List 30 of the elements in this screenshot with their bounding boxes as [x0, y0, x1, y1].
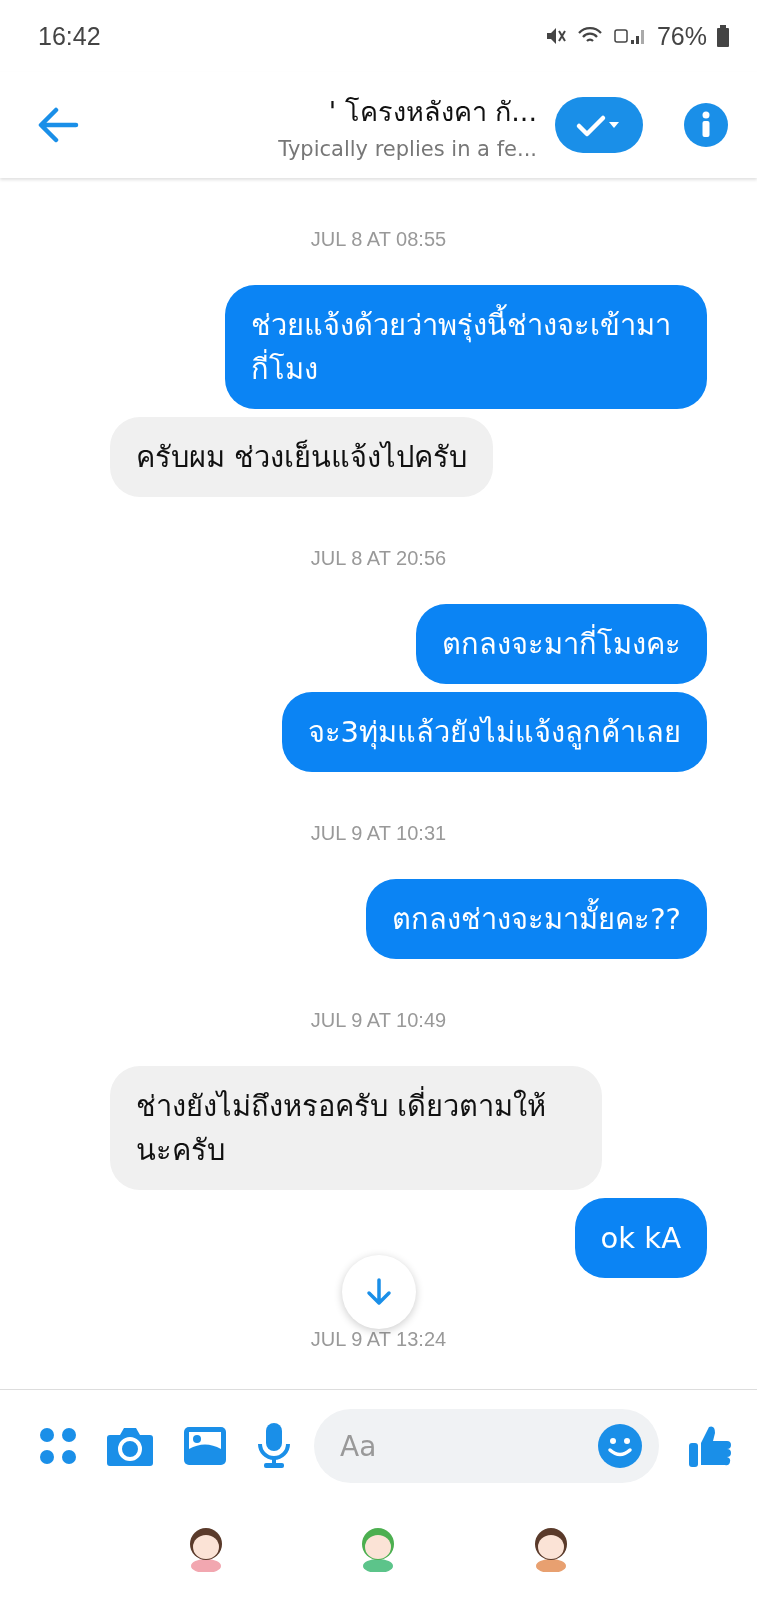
timestamp: JUL 9 AT 10:49 — [310, 1009, 447, 1032]
message-input[interactable]: Aa — [314, 1409, 659, 1483]
timestamp: JUL 8 AT 08:55 — [310, 228, 447, 251]
sent-message: ตกลงจะมากี่โมงคะ — [416, 604, 707, 684]
received-message: ช่างยังไม่ถึงหรอครับ เดี่ยวตามให้นะครับ — [110, 1066, 602, 1190]
camera-icon[interactable] — [106, 1425, 154, 1467]
microphone-icon[interactable] — [256, 1422, 292, 1470]
timestamp: JUL 9 AT 10:31 — [310, 822, 447, 845]
received-message: ครับผม ช่วงเย็นแจ้งไปครับ — [110, 417, 494, 497]
clock-time: 16:42 — [38, 21, 101, 51]
image-icon[interactable] — [182, 1425, 228, 1467]
mute-icon — [544, 26, 567, 46]
scroll-down-button[interactable] — [342, 1255, 416, 1329]
timestamp: JUL 8 AT 20:56 — [310, 547, 447, 570]
sent-message: จะ3ทุ่มแล้วยังไม่แจ้งลูกค้าเลย — [281, 692, 707, 772]
sent-message: ok kA — [574, 1198, 707, 1278]
timestamp: JUL 9 AT 13:24 — [310, 1328, 447, 1351]
back-icon[interactable] — [36, 107, 80, 143]
sent-message: ช่วยแจ้งด้วยว่าพรุ่งนี้ช่างจะเข้ามากี่โมง — [225, 285, 707, 409]
sent-message: ตกลงช่างจะมามั้ยคะ?? — [366, 879, 707, 959]
emoji-icon[interactable] — [597, 1423, 643, 1469]
chat-subtitle: Typically replies in a fe... — [278, 136, 537, 161]
apps-icon[interactable] — [38, 1426, 78, 1466]
info-icon[interactable] — [683, 102, 729, 148]
chat-title[interactable]: ' โครงหลังคา กั... — [328, 89, 537, 133]
battery-percent: 76% — [656, 21, 707, 51]
battery-icon — [717, 25, 729, 47]
check-dropdown-button[interactable] — [555, 97, 643, 153]
down-arrow-icon — [366, 1278, 392, 1306]
signal-icon — [612, 26, 647, 46]
